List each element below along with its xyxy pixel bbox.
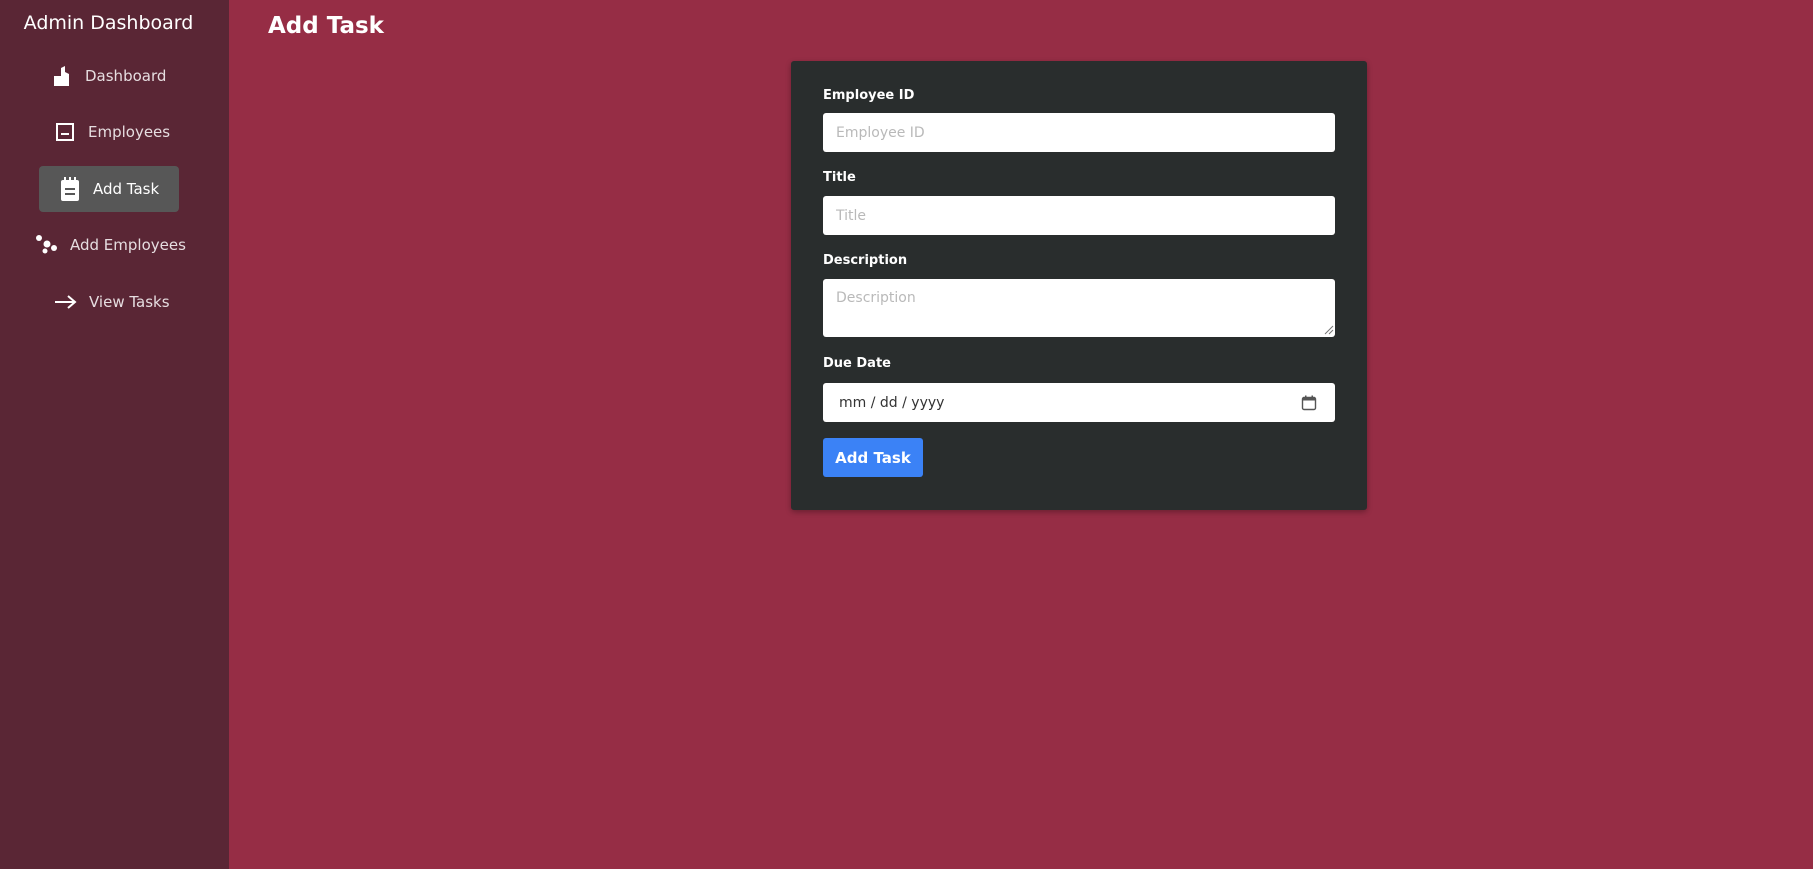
sidebar-item-add-employees[interactable]: Add Employees [34,222,186,268]
description-label: Description [823,253,908,268]
clipboard-icon [57,176,83,202]
dashboard-icon [49,63,75,89]
sidebar-item-view-tasks[interactable]: View Tasks [53,279,170,325]
due-date-input[interactable]: mm / dd / yyyy [823,383,1335,422]
description-textarea[interactable] [823,279,1335,337]
sidebar-item-add-task[interactable]: Add Task [39,166,179,212]
add-task-form: Employee ID Title Description Due Date m… [791,61,1367,510]
sidebar-item-label: Dashboard [85,67,167,85]
sidebar-item-label: Add Employees [70,236,186,254]
sidebar-item-dashboard[interactable]: Dashboard [49,53,166,99]
due-date-label: Due Date [823,356,891,371]
employee-id-label: Employee ID [823,88,915,103]
sidebar-item-label: Employees [88,123,171,141]
arrow-right-icon [53,289,79,315]
sidebar-item-label: Add Task [93,180,160,198]
calendar-icon[interactable] [1299,393,1319,413]
page-title: Add Task [268,13,384,39]
add-employees-icon [34,232,60,258]
sidebar-item-employees[interactable]: Employees [52,109,170,155]
due-date-placeholder: mm / dd / yyyy [839,394,945,411]
sidebar: Admin Dashboard Dashboard Employees Add … [0,0,229,869]
employee-id-input[interactable] [823,113,1335,152]
title-label: Title [823,170,856,185]
resize-grip-icon[interactable] [1322,323,1334,335]
sidebar-title: Admin Dashboard [23,12,194,34]
title-input[interactable] [823,196,1335,235]
employees-icon [52,119,78,145]
add-task-button[interactable]: Add Task [823,438,923,477]
sidebar-item-label: View Tasks [89,293,170,311]
